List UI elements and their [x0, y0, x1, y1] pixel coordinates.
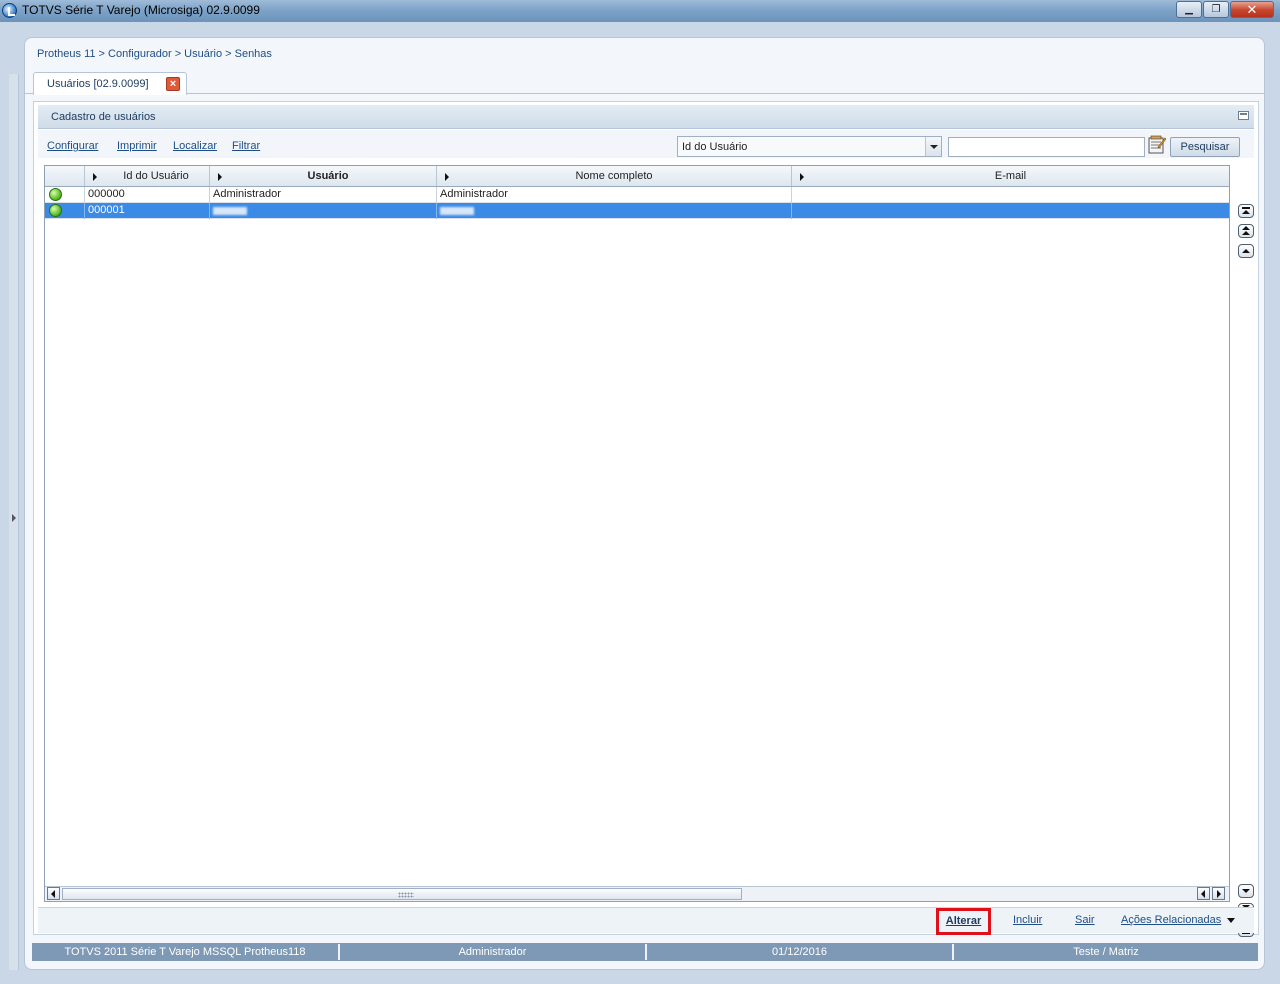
table-row-selected[interactable]: 000001: [45, 203, 1229, 219]
column-header-id[interactable]: Id do Usuário: [85, 166, 210, 186]
status-cell: [45, 203, 85, 219]
status-environment: Teste / Matriz: [954, 944, 1258, 960]
content-panel: Cadastro de usuários Configurar Imprimir…: [33, 101, 1259, 937]
column-header-email[interactable]: E-mail: [792, 166, 1229, 186]
breadcrumb: Protheus 11 > Configurador > Usuário > S…: [37, 48, 272, 60]
scroll-thumb[interactable]: [62, 888, 742, 900]
status-green-icon: [49, 204, 62, 217]
notepad-icon[interactable]: [1148, 135, 1166, 154]
redacted-mark: [440, 207, 474, 215]
configurar-link[interactable]: Configurar: [47, 140, 98, 152]
expand-arrow-icon: [12, 514, 16, 522]
minimize-button[interactable]: ▁: [1176, 1, 1202, 18]
incluir-button[interactable]: Incluir: [1013, 914, 1042, 926]
sair-button[interactable]: Sair: [1075, 914, 1095, 926]
scroll-left-end-button[interactable]: [1197, 887, 1210, 900]
restore-button[interactable]: ❐: [1203, 1, 1229, 18]
caret-down-icon: [1227, 917, 1236, 923]
column-header-nome[interactable]: Nome completo: [437, 166, 792, 186]
acoes-relacionadas-label: Ações Relacionadas: [1121, 914, 1222, 926]
status-cell: [45, 187, 85, 203]
horizontal-scrollbar[interactable]: [45, 886, 1229, 901]
filtrar-link[interactable]: Filtrar: [232, 140, 260, 152]
imprimir-link[interactable]: Imprimir: [117, 140, 157, 152]
panel-header: Cadastro de usuários: [38, 105, 1254, 129]
cell-email: [792, 203, 1229, 219]
minimize-panel-icon[interactable]: [1238, 111, 1249, 120]
window-title: TOTVS Série T Varejo (Microsiga) 02.9.00…: [22, 3, 260, 17]
cell-usuario: Administrador: [210, 187, 437, 203]
scroll-left-button[interactable]: [47, 887, 60, 900]
chevron-down-icon[interactable]: [925, 137, 941, 156]
localizar-link[interactable]: Localizar: [173, 140, 217, 152]
panel-title: Cadastro de usuários: [51, 111, 156, 123]
status-green-icon: [49, 188, 62, 201]
tab-strip: Usuários [02.9.0099] ×: [25, 68, 1264, 95]
status-date: 01/12/2016: [647, 944, 954, 960]
cell-email: [792, 187, 1229, 203]
acoes-relacionadas-button[interactable]: Ações Relacionadas: [1121, 914, 1236, 926]
window-titlebar: TOTVS Série T Varejo (Microsiga) 02.9.00…: [0, 0, 1280, 22]
action-bar: Alterar Incluir Sair Ações Relacionadas: [38, 907, 1254, 935]
status-bar: TOTVS 2011 Série T Varejo MSSQL Protheus…: [32, 943, 1258, 961]
browse-toolbar: Configurar Imprimir Localizar Filtrar Id…: [38, 130, 1254, 158]
close-tab-icon[interactable]: ×: [166, 77, 180, 91]
cell-nome-redacted: [437, 203, 792, 219]
page-up-button[interactable]: [1238, 224, 1254, 238]
next-record-button[interactable]: [1238, 884, 1254, 898]
first-record-button[interactable]: [1238, 204, 1254, 218]
cell-nome: Administrador: [437, 187, 792, 203]
scroll-right-button[interactable]: [1212, 887, 1225, 900]
main-frame: Protheus 11 > Configurador > Usuário > S…: [24, 37, 1265, 970]
tab-label: Usuários [02.9.0099]: [47, 78, 149, 90]
grid-header: Id do Usuário Usuário Nome completo E-ma…: [45, 166, 1229, 187]
grid-header-status: [45, 166, 85, 186]
previous-record-button[interactable]: [1238, 244, 1254, 258]
totvs-app-icon: [2, 3, 17, 18]
alterar-button[interactable]: Alterar: [936, 908, 991, 935]
search-button[interactable]: Pesquisar: [1170, 137, 1240, 157]
users-grid: Id do Usuário Usuário Nome completo E-ma…: [44, 165, 1230, 902]
status-product: TOTVS 2011 Série T Varejo MSSQL Protheus…: [32, 944, 340, 960]
redacted-mark: [213, 207, 247, 215]
search-field-select[interactable]: Id do Usuário: [677, 136, 942, 157]
tab-usuarios[interactable]: Usuários [02.9.0099] ×: [33, 72, 187, 95]
cell-id: 000001: [85, 203, 210, 219]
close-window-button[interactable]: ✕: [1230, 1, 1274, 18]
table-row[interactable]: 000000 Administrador Administrador: [45, 187, 1229, 203]
left-collapse-bar[interactable]: [9, 74, 19, 970]
column-header-usuario[interactable]: Usuário: [210, 166, 437, 186]
status-user: Administrador: [340, 944, 647, 960]
search-field-value: Id do Usuário: [682, 141, 748, 153]
cell-usuario-redacted: [210, 203, 437, 219]
cell-id: 000000: [85, 187, 210, 203]
search-input[interactable]: [948, 137, 1145, 157]
